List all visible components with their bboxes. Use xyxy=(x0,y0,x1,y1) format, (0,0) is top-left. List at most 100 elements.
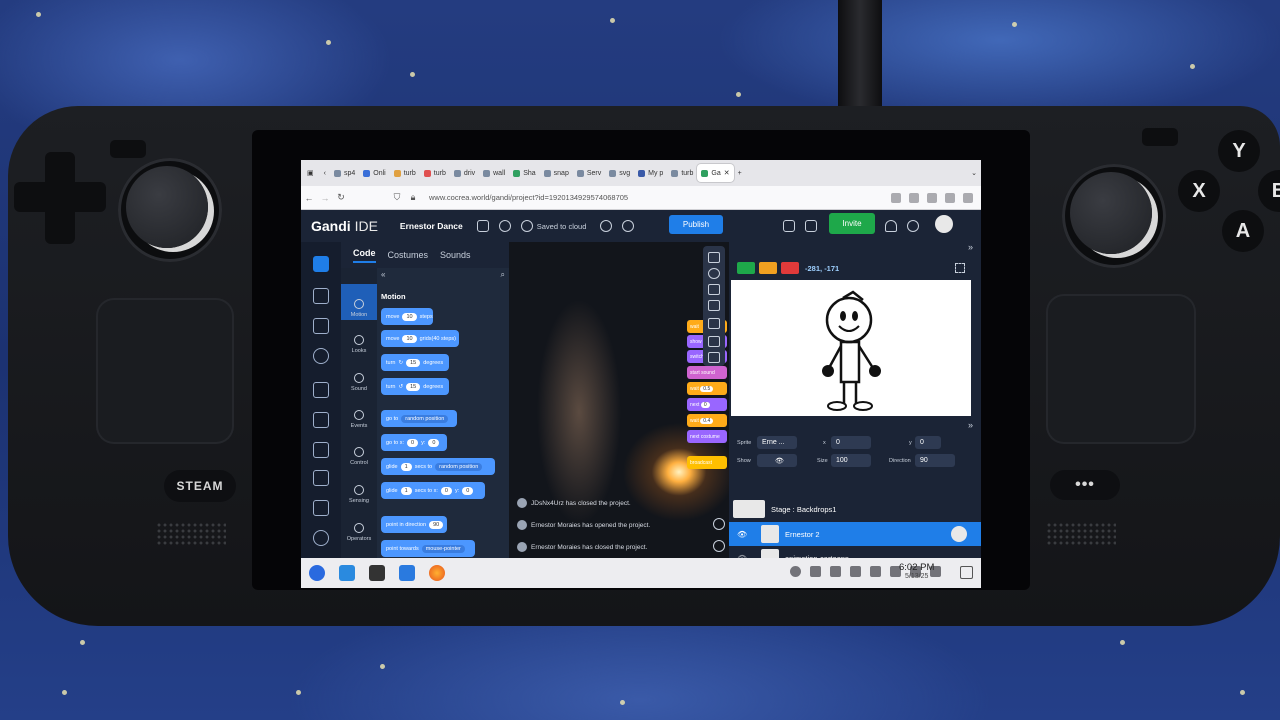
collapse-palette-icon[interactable]: « xyxy=(381,270,385,279)
block-move-grids[interactable]: move 10 grids(40 steps) xyxy=(381,330,459,347)
category-looks[interactable]: Looks xyxy=(341,320,377,356)
green-flag-button[interactable] xyxy=(737,262,755,274)
invite-button[interactable]: Invite xyxy=(829,213,875,234)
collapse-sprite-info-icon[interactable]: » xyxy=(968,420,973,430)
globe-icon[interactable] xyxy=(600,220,613,232)
sprite-row-selected[interactable]: 👁︎ Ernestor 2 xyxy=(729,522,981,546)
firefox-icon[interactable] xyxy=(429,565,445,581)
document-icon[interactable] xyxy=(313,470,329,486)
show-desktop-icon[interactable] xyxy=(960,566,973,579)
direction-field[interactable]: 90 xyxy=(915,454,955,467)
left-trackpad[interactable] xyxy=(96,298,234,444)
script-block[interactable]: start sound xyxy=(687,366,727,379)
visibility-toggle[interactable]: 👁︎ xyxy=(757,454,797,467)
settings-gear-icon[interactable] xyxy=(313,530,329,546)
downloads-icon[interactable] xyxy=(945,192,955,203)
tabs-menu-icon[interactable]: ▣ xyxy=(301,164,320,182)
clock[interactable]: 6:02 PM 5/13/25 xyxy=(899,562,934,580)
category-sound[interactable]: Sound xyxy=(341,358,377,394)
script-block[interactable]: wait 0.5 xyxy=(687,382,727,395)
palette-search-icon[interactable]: ⌕ xyxy=(501,270,505,280)
block-glide-to-target[interactable]: glide 1 secs to random position xyxy=(381,458,495,475)
app-launcher-icon[interactable] xyxy=(309,565,325,581)
category-operators[interactable]: Operators xyxy=(341,508,377,544)
code-view-icon[interactable] xyxy=(313,256,329,272)
tab-sounds[interactable]: Sounds xyxy=(440,250,471,260)
url-input[interactable]: www.cocrea.world/gandi/project?id=192013… xyxy=(429,193,891,202)
category-events[interactable]: Events xyxy=(341,395,377,431)
tutorial-lightbulb-icon[interactable] xyxy=(498,220,511,232)
browser-tab[interactable]: sp4 xyxy=(330,164,359,182)
gandi-ide-logo[interactable]: Gandi IDE xyxy=(311,218,378,234)
tab-code[interactable]: Code xyxy=(353,248,376,263)
block-turn-left[interactable]: turn ↺ 15 degrees xyxy=(381,378,449,395)
battery-icon[interactable] xyxy=(850,566,861,577)
discover-icon[interactable] xyxy=(339,565,355,581)
browser-tab[interactable]: svg xyxy=(605,164,634,182)
account-icon[interactable] xyxy=(909,192,919,203)
block-point-towards[interactable]: point towards mouse-pointer xyxy=(381,540,475,557)
extension-plus-icon[interactable] xyxy=(313,500,329,516)
x-position-field[interactable]: 0 xyxy=(831,436,871,449)
browser-tab[interactable]: Onli xyxy=(359,164,389,182)
forward-icon[interactable]: → xyxy=(317,193,333,203)
stop-button[interactable] xyxy=(781,262,799,274)
shield-icon[interactable]: ⛉ xyxy=(389,192,405,203)
block-glide-to-xy[interactable]: glide 1 secs to x: 0 y: 0 xyxy=(381,482,485,499)
category-motion[interactable]: Motion xyxy=(341,284,377,320)
clipboard-icon[interactable] xyxy=(810,566,821,577)
steam-tray-icon[interactable] xyxy=(790,566,801,577)
back-icon[interactable]: ← xyxy=(301,193,317,203)
browser-tab[interactable]: turb xyxy=(667,164,697,182)
a-button[interactable]: A xyxy=(1222,210,1264,252)
trophy-icon[interactable] xyxy=(313,318,329,334)
code-workspace[interactable]: wait show switch costume start sound wai… xyxy=(509,242,729,568)
print-icon[interactable] xyxy=(708,352,720,363)
file-menu-icon[interactable] xyxy=(476,220,489,232)
size-field[interactable]: 100 xyxy=(831,454,871,467)
screenshot-icon[interactable] xyxy=(708,318,720,329)
view-button[interactable] xyxy=(110,140,146,158)
block-go-to-target[interactable]: go to random position xyxy=(381,410,457,427)
upload-icon[interactable] xyxy=(622,220,635,232)
notification-bell-icon[interactable] xyxy=(885,220,897,232)
y-position-field[interactable]: 0 xyxy=(915,436,941,449)
pause-button[interactable] xyxy=(759,262,777,274)
assets-icon[interactable] xyxy=(313,288,329,304)
fullscreen-icon[interactable] xyxy=(955,263,965,273)
scroll-left-icon[interactable]: ‹ xyxy=(320,164,330,182)
layers-icon[interactable] xyxy=(708,284,720,295)
undo-icon[interactable] xyxy=(708,252,720,263)
dpad-vertical[interactable] xyxy=(45,152,75,244)
extensions-icon[interactable] xyxy=(891,192,901,203)
browser-tab[interactable]: snap xyxy=(540,164,573,182)
browser-tab[interactable]: wall xyxy=(479,164,509,182)
script-block[interactable]: next costume xyxy=(687,430,727,443)
help-icon[interactable] xyxy=(907,220,919,232)
zoom-in-icon[interactable] xyxy=(713,518,725,530)
file-manager-icon[interactable] xyxy=(399,565,415,581)
tab-list-icon[interactable]: ⌄ xyxy=(967,164,981,182)
lock-icon[interactable]: 🔒︎ xyxy=(405,192,421,203)
edit-icon[interactable] xyxy=(313,442,329,458)
browser-tab[interactable]: Serv xyxy=(573,164,605,182)
user-avatar[interactable] xyxy=(935,215,953,233)
volume-icon[interactable] xyxy=(830,566,841,577)
sprite-name-field[interactable]: Erne ... xyxy=(757,436,797,449)
system-settings-icon[interactable] xyxy=(369,565,385,581)
project-info-icon[interactable] xyxy=(783,220,795,232)
browser-tab[interactable]: My p xyxy=(634,164,667,182)
zoom-out-icon[interactable] xyxy=(713,540,725,552)
script-block[interactable]: wait 0.4 xyxy=(687,414,727,427)
close-tab-icon[interactable]: ✕ xyxy=(724,169,730,177)
browser-tab[interactable]: turb xyxy=(390,164,420,182)
block-move-steps[interactable]: move 10 steps xyxy=(381,308,433,325)
app-menu-icon[interactable] xyxy=(963,192,973,203)
new-tab-icon[interactable]: + xyxy=(734,164,746,182)
publish-button[interactable]: Publish xyxy=(669,215,723,234)
eye-icon[interactable]: 👁︎ xyxy=(737,530,747,539)
briefcase-icon[interactable] xyxy=(313,382,329,398)
browser-tab[interactable]: turb xyxy=(420,164,450,182)
project-name[interactable]: Ernestor Dance xyxy=(400,221,463,231)
stage-backdrop-row[interactable]: Stage : Backdrops1 xyxy=(733,498,977,520)
